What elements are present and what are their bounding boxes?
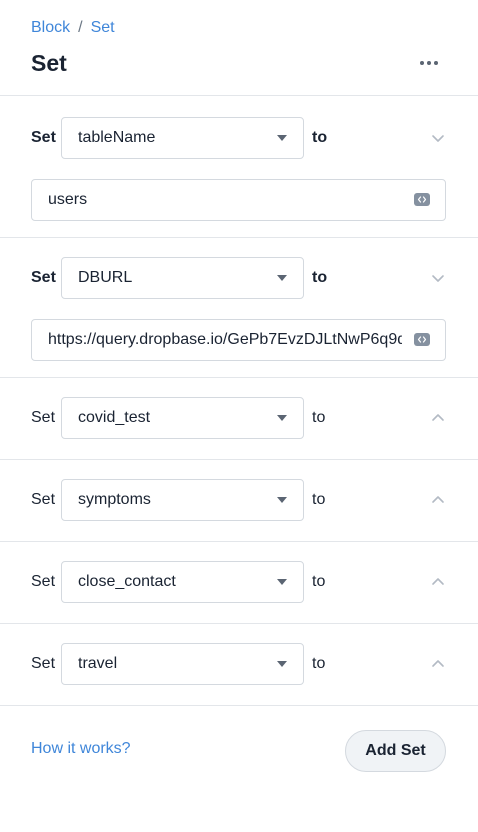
to-label: to	[312, 573, 326, 590]
chevron-up-icon[interactable]	[428, 654, 448, 674]
set-row: Set symptoms to	[0, 479, 478, 521]
breadcrumb: Block / Set	[31, 19, 115, 37]
chevron-up-icon[interactable]	[428, 490, 448, 510]
set-row: Set tableName to	[0, 117, 478, 159]
ellipsis-horizontal-icon	[420, 61, 424, 65]
variable-select[interactable]: DBURL	[61, 257, 304, 299]
chevron-up-icon[interactable]	[428, 572, 448, 592]
chevron-down-icon[interactable]	[428, 268, 448, 288]
variable-select[interactable]: tableName	[61, 117, 304, 159]
set-row: Set travel to	[0, 643, 478, 685]
set-row: Set close_contact to	[0, 561, 478, 603]
add-set-button[interactable]: Add Set	[345, 730, 446, 772]
variable-select[interactable]: travel	[61, 643, 304, 685]
breadcrumb-block[interactable]: Block	[31, 19, 70, 36]
code-icon[interactable]	[414, 333, 430, 346]
set-row: Set DBURL to	[0, 257, 478, 299]
to-label: to	[312, 655, 326, 672]
variable-select-value: close_contact	[78, 573, 176, 590]
set-label: Set	[31, 269, 56, 286]
set-block-close-contact: Set close_contact to	[0, 542, 478, 624]
set-block-symptoms: Set symptoms to	[0, 460, 478, 542]
chevron-up-icon[interactable]	[428, 408, 448, 428]
caret-down-icon	[277, 579, 287, 585]
variable-select-value: DBURL	[78, 269, 133, 286]
set-row: Set covid_test to	[0, 397, 478, 439]
set-block-dburl: Set DBURL to https://query.dropbase.io/G…	[0, 238, 478, 378]
set-label: Set	[31, 129, 56, 146]
value-input[interactable]: users	[31, 179, 446, 221]
caret-down-icon	[277, 497, 287, 503]
variable-select[interactable]: covid_test	[61, 397, 304, 439]
page-title: Set	[31, 50, 67, 76]
set-block-covid-test: Set covid_test to	[0, 378, 478, 460]
code-icon[interactable]	[414, 193, 430, 206]
set-label: Set	[31, 491, 56, 508]
caret-down-icon	[277, 415, 287, 421]
set-label: Set	[31, 573, 56, 590]
caret-down-icon	[277, 661, 287, 667]
chevron-down-icon[interactable]	[428, 128, 448, 148]
page-header: Block / Set Set	[0, 0, 478, 96]
variable-select[interactable]: symptoms	[61, 479, 304, 521]
to-label: to	[312, 129, 328, 146]
value-input[interactable]: https://query.dropbase.io/GePb7EvzDJLtNw…	[31, 319, 446, 361]
set-block-tablename: Set tableName to users	[0, 96, 478, 238]
how-it-works-link[interactable]: How it works?	[31, 740, 131, 758]
variable-select-value: covid_test	[78, 409, 151, 426]
caret-down-icon	[277, 275, 287, 281]
variable-select-value: tableName	[78, 129, 156, 146]
to-label: to	[312, 491, 326, 508]
variable-select[interactable]: close_contact	[61, 561, 304, 603]
variable-select-value: travel	[78, 655, 118, 672]
more-options-button[interactable]	[412, 52, 446, 74]
variable-select-value: symptoms	[78, 491, 151, 508]
breadcrumb-set[interactable]: Set	[91, 19, 115, 36]
breadcrumb-separator: /	[78, 19, 83, 36]
set-label: Set	[31, 409, 56, 426]
to-label: to	[312, 269, 328, 286]
set-block-travel: Set travel to	[0, 624, 478, 706]
caret-down-icon	[277, 135, 287, 141]
value-input-text: users	[48, 191, 88, 208]
value-input-text: https://query.dropbase.io/GePb7EvzDJLtNw…	[48, 331, 402, 348]
set-label: Set	[31, 655, 56, 672]
to-label: to	[312, 409, 326, 426]
